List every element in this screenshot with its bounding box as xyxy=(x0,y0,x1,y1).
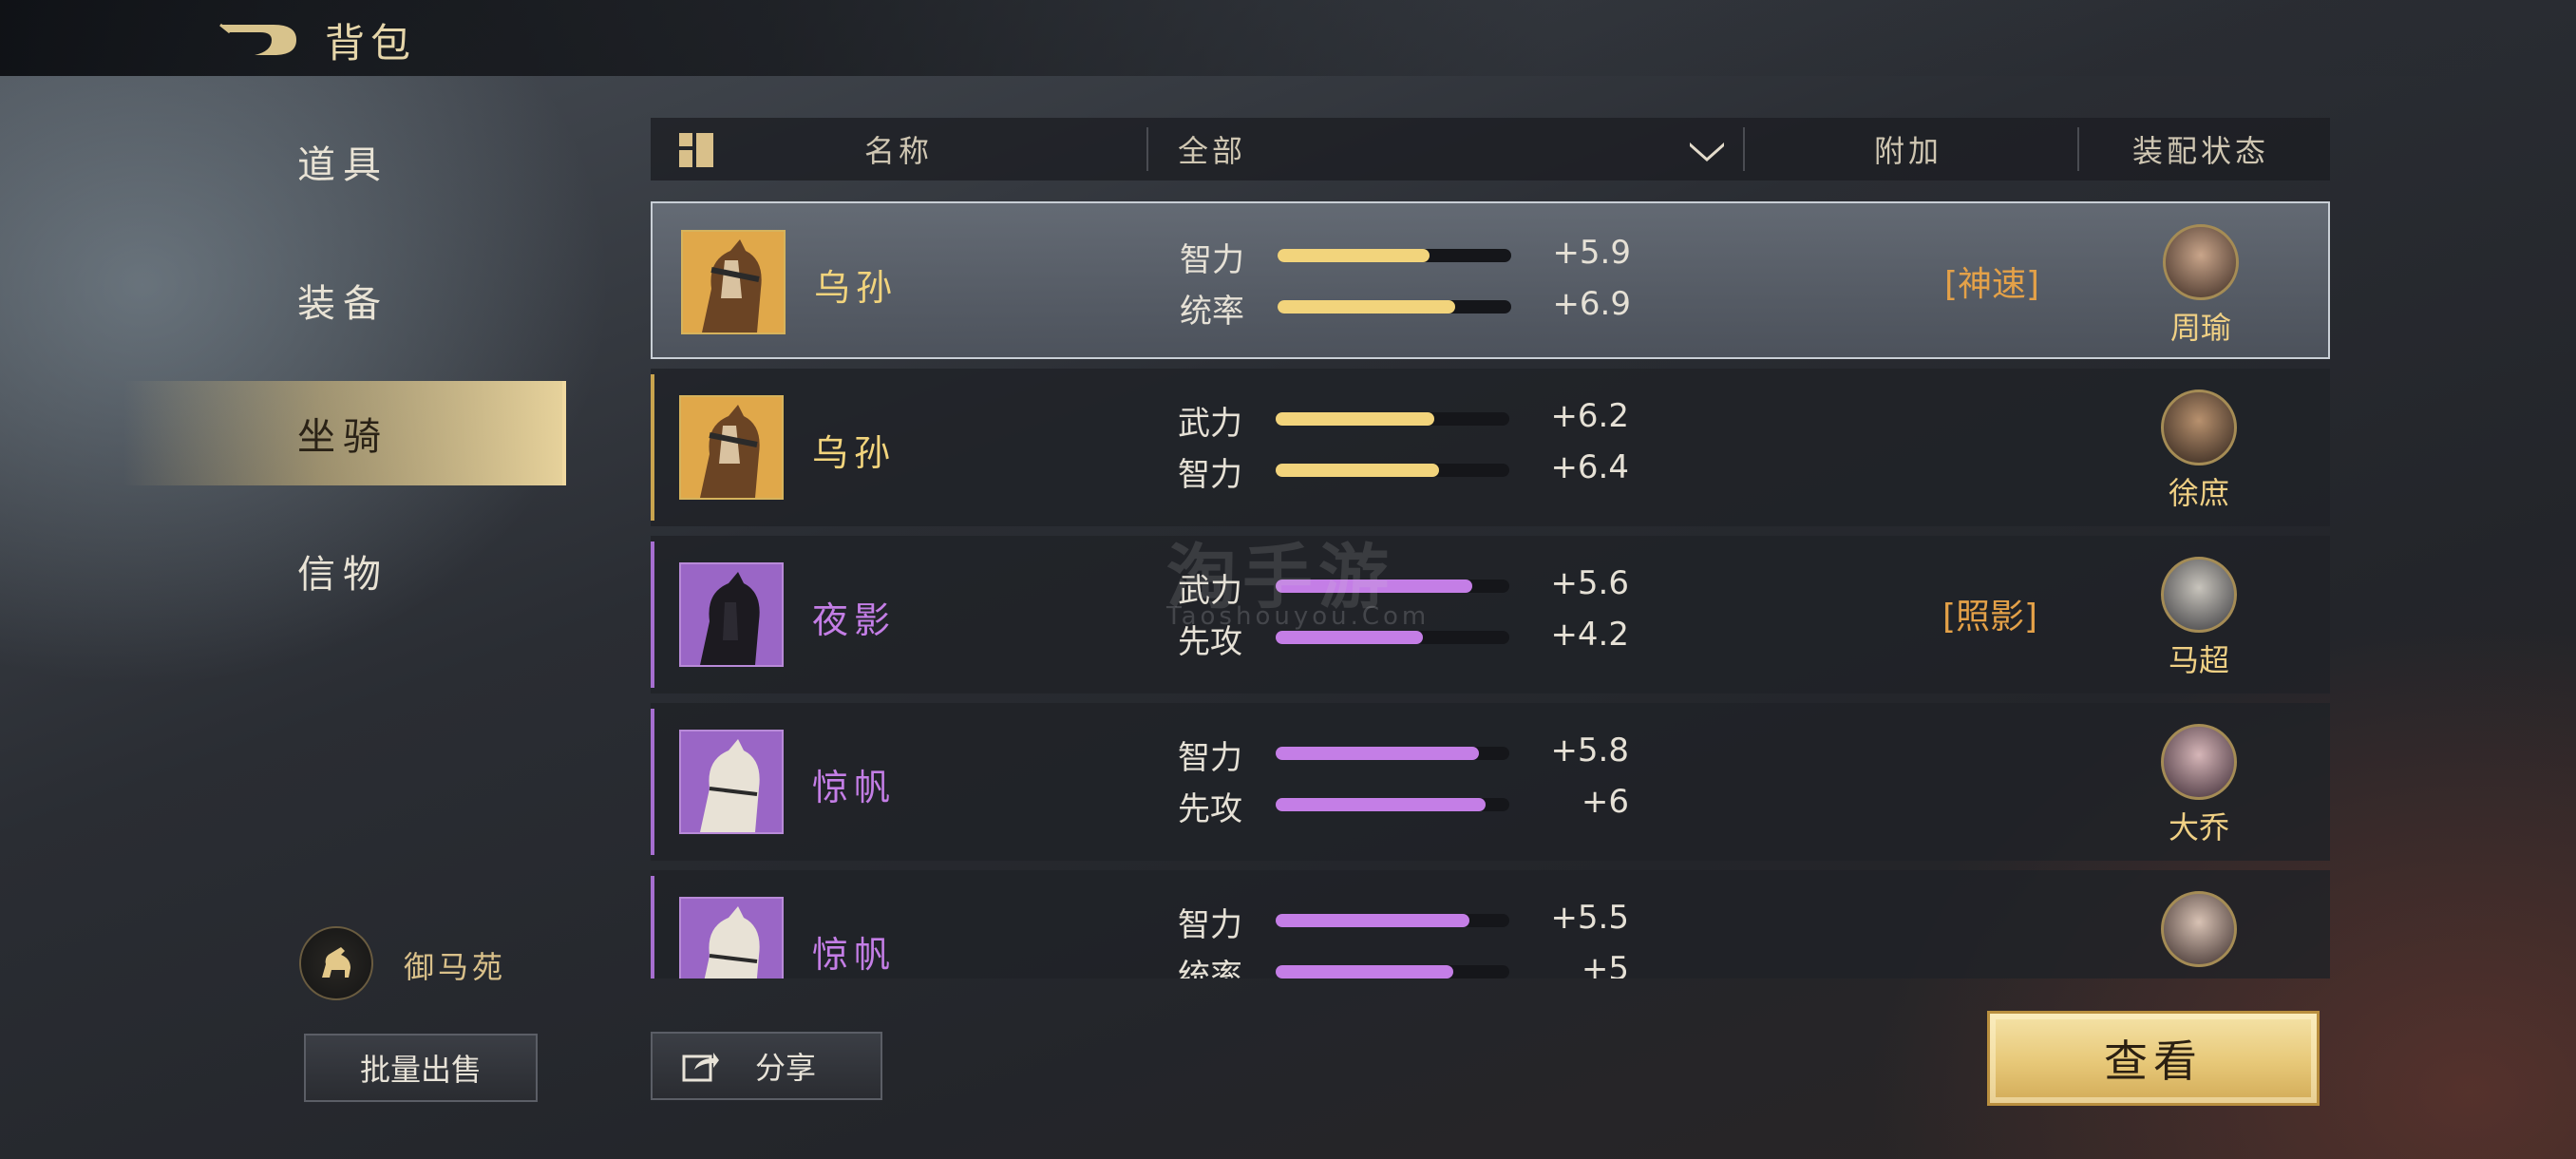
stat-value: +6.4 xyxy=(1550,448,1629,486)
mount-portrait xyxy=(679,562,784,667)
bulk-sell-button[interactable]: 批量出售 xyxy=(304,1034,538,1102)
bonus-skill: [照影] xyxy=(1941,598,2038,636)
stat-bar-fill xyxy=(1278,249,1430,262)
column-extra: 附加 xyxy=(1874,133,1943,169)
mount-row[interactable]: 惊帆 智力 +5.5 统率 +5 xyxy=(651,870,2330,978)
stat-bar xyxy=(1276,580,1509,593)
stat-bar xyxy=(1276,747,1509,760)
stat-bar-fill xyxy=(1276,580,1472,593)
grid-view-icon[interactable] xyxy=(677,131,715,169)
share-label: 分享 xyxy=(755,1050,817,1086)
stat-bar-fill xyxy=(1278,300,1455,314)
type-filter-dropdown[interactable]: 全部 xyxy=(1178,118,1246,180)
stat-label: 智力 xyxy=(1178,906,1242,944)
column-name: 名称 xyxy=(864,133,934,169)
stat-value: +6 xyxy=(1581,783,1629,821)
share-button[interactable]: 分享 xyxy=(651,1032,882,1100)
back-button[interactable] xyxy=(217,15,302,61)
back-arrow-icon xyxy=(219,23,296,55)
stat-bar xyxy=(1278,300,1511,314)
general-avatar xyxy=(2161,390,2237,466)
menu-item-items[interactable]: 道具 xyxy=(123,109,562,214)
stat-label: 统率 xyxy=(1180,293,1244,331)
stat-bar-fill xyxy=(1276,631,1423,644)
mount-name: 惊帆 xyxy=(812,934,897,976)
stat-label: 智力 xyxy=(1178,739,1242,777)
general-avatar xyxy=(2163,224,2239,300)
mount-row[interactable]: 惊帆 智力 +5.8 先攻 +6 大乔 xyxy=(651,703,2330,861)
stat-label: 先攻 xyxy=(1178,623,1242,661)
stat-bar xyxy=(1276,965,1509,978)
imperial-stable-link[interactable]: 御马苑 xyxy=(299,926,546,1000)
general-avatar xyxy=(2161,891,2237,967)
stat-bar-fill xyxy=(1276,747,1480,760)
stat-bar-fill xyxy=(1276,464,1440,477)
stat-bar xyxy=(1278,249,1511,262)
rarity-accent xyxy=(651,709,654,855)
stat-value: +4.2 xyxy=(1550,616,1629,654)
menu-item-equipment[interactable]: 装备 xyxy=(123,248,562,352)
stat-value: +5.8 xyxy=(1550,732,1629,770)
horse-icon xyxy=(299,926,373,1000)
mount-name: 乌孙 xyxy=(812,432,897,474)
menu-item-tokens[interactable]: 信物 xyxy=(123,519,562,623)
mount-portrait xyxy=(679,730,784,834)
stat-value: +6.9 xyxy=(1552,285,1631,323)
stat-label: 智力 xyxy=(1178,456,1242,494)
category-menu: 道具 装备 坐骑 信物 xyxy=(123,109,566,603)
share-icon xyxy=(682,1053,719,1082)
equipped-general-name: 马超 xyxy=(2168,642,2229,678)
equipped-general-name: 徐庶 xyxy=(2168,475,2229,511)
mount-portrait xyxy=(679,897,784,978)
stat-value: +5.5 xyxy=(1550,899,1629,937)
column-status: 装配状态 xyxy=(2132,133,2270,169)
rarity-accent xyxy=(651,374,654,521)
stat-bar xyxy=(1276,914,1509,927)
stat-value: +6.2 xyxy=(1550,397,1629,435)
equipped-general-name: 周瑜 xyxy=(2169,310,2231,346)
imperial-stable-label: 御马苑 xyxy=(404,949,507,985)
stat-label: 先攻 xyxy=(1178,790,1242,828)
stat-bar-fill xyxy=(1276,914,1470,927)
mount-name: 惊帆 xyxy=(812,767,897,808)
rarity-accent xyxy=(651,542,654,688)
stat-bar-fill xyxy=(1276,412,1435,426)
column-divider xyxy=(1146,127,1148,171)
mount-name: 夜影 xyxy=(812,599,897,641)
stat-label: 武力 xyxy=(1178,405,1242,443)
stat-value: +5.9 xyxy=(1552,234,1631,272)
general-avatar xyxy=(2161,557,2237,633)
mount-portrait xyxy=(681,230,786,334)
stat-label: 武力 xyxy=(1178,572,1242,610)
bonus-skill: [神速] xyxy=(1943,265,2040,304)
column-divider xyxy=(2077,127,2079,171)
column-divider xyxy=(1743,127,1745,171)
stat-label: 智力 xyxy=(1180,241,1244,279)
page-title: 背包 xyxy=(325,20,417,66)
menu-item-mounts[interactable]: 坐骑 xyxy=(123,381,566,485)
mount-row[interactable]: 乌孙 智力 +5.9 统率 +6.9 [神速] 周瑜 xyxy=(651,201,2330,359)
general-avatar xyxy=(2161,724,2237,800)
stat-value: +5.6 xyxy=(1550,564,1629,602)
stat-bar xyxy=(1276,412,1509,426)
mount-row[interactable]: 乌孙 武力 +6.2 智力 +6.4 徐庶 xyxy=(651,369,2330,526)
stat-bar-fill xyxy=(1276,965,1453,978)
stat-value: +5 xyxy=(1581,950,1629,978)
stat-label: 统率 xyxy=(1178,958,1242,978)
rarity-accent xyxy=(651,876,654,978)
mount-portrait xyxy=(679,395,784,500)
chevron-down-icon[interactable] xyxy=(1686,135,1728,163)
stat-bar xyxy=(1276,798,1509,811)
view-button[interactable]: 查看 xyxy=(1987,1011,2320,1106)
mount-name: 乌孙 xyxy=(814,267,899,309)
stat-bar xyxy=(1276,631,1509,644)
table-header: 名称 全部 附加 装配状态 xyxy=(651,118,2330,180)
stat-bar xyxy=(1276,464,1509,477)
mount-list: 乌孙 智力 +5.9 统率 +6.9 [神速] 周瑜 乌孙 武力 +6.2 智力… xyxy=(651,200,2332,978)
stat-bar-fill xyxy=(1276,798,1487,811)
mount-row[interactable]: 夜影 武力 +5.6 先攻 +4.2 [照影] 马超 xyxy=(651,536,2330,694)
equipped-general-name: 大乔 xyxy=(2168,809,2229,846)
